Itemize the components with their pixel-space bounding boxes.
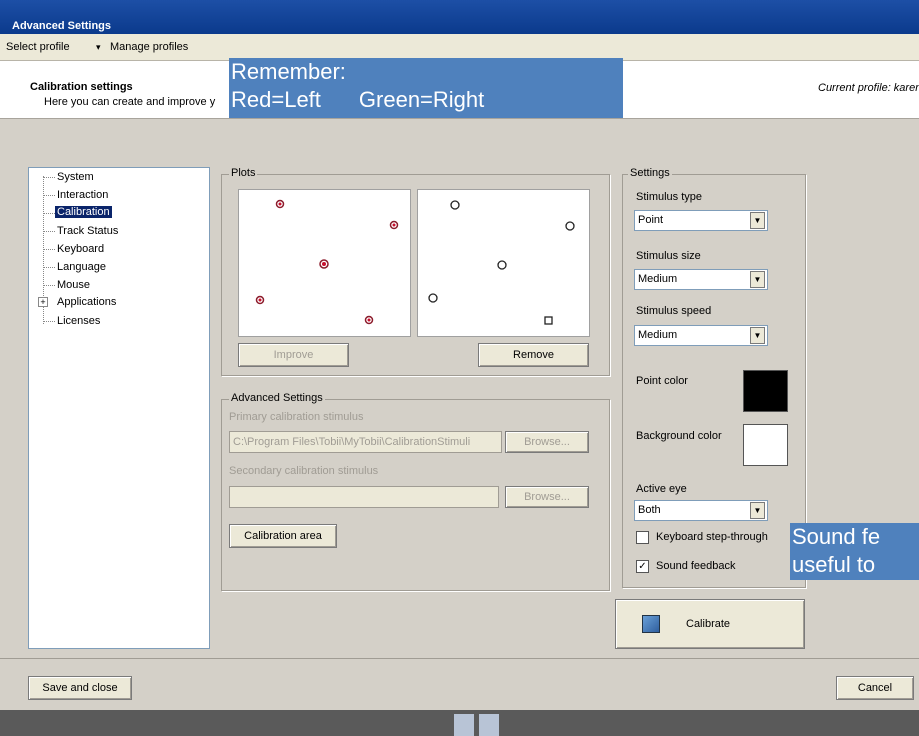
sound-feedback-checkbox[interactable]: ✓ (636, 560, 649, 573)
advanced-settings-label: Advanced Settings (229, 392, 325, 404)
background-color-swatch[interactable] (743, 424, 788, 466)
tree-item-calibration[interactable]: Calibration (55, 206, 112, 218)
secondary-stimulus-label: Secondary calibration stimulus (229, 465, 379, 477)
remember-line2: Red=Left Green=Right (231, 86, 623, 114)
window-title: Advanced Settings (12, 20, 112, 32)
left-plot-markers (255, 199, 399, 325)
primary-browse-button[interactable]: Browse... (505, 431, 589, 453)
keyboard-step-checkbox[interactable] (636, 531, 649, 544)
right-plot-markers (428, 200, 575, 325)
stimulus-type-label: Stimulus type (636, 191, 703, 203)
settings-group-label: Settings (628, 167, 672, 179)
calibrate-icon (642, 615, 660, 633)
footer-divider (0, 658, 919, 659)
tree-item-system[interactable]: System (57, 171, 94, 183)
calibrate-button[interactable]: Calibrate (615, 599, 805, 649)
tree-item-track-status[interactable]: Track Status (57, 225, 118, 237)
bottom-bar (0, 710, 919, 736)
tree-item-applications[interactable]: Applications (57, 296, 116, 308)
sound-callout-line2: useful to (792, 552, 876, 577)
tree-item-language[interactable]: Language (57, 261, 106, 273)
tree-item-interaction[interactable]: Interaction (57, 189, 108, 201)
sound-callout-line1: Sound fe (792, 524, 881, 549)
stimulus-size-select[interactable]: Medium ▼ (634, 269, 768, 290)
calibration-area-button[interactable]: Calibration area (229, 524, 337, 548)
stimulus-size-label: Stimulus size (636, 250, 701, 262)
tree-item-licenses[interactable]: Licenses (57, 315, 100, 327)
current-profile-label: Current profile: karen (818, 82, 919, 94)
green-right-text: Green=Right (358, 87, 485, 112)
background-color-label: Background color (636, 430, 722, 442)
stimulus-speed-label: Stimulus speed (636, 305, 712, 317)
cancel-button[interactable]: Cancel (836, 676, 914, 700)
chevron-down-icon: ▼ (750, 212, 765, 229)
active-eye-select[interactable]: Both ▼ (634, 500, 768, 521)
page-title: Calibration settings (30, 81, 133, 93)
menu-dropdown-icon: ▾ (96, 42, 101, 52)
page-subtitle: Here you can create and improve y (44, 96, 216, 108)
sound-callout: Sound fe useful to (790, 523, 919, 580)
save-and-close-button[interactable]: Save and close (28, 676, 132, 700)
remember-line1: Remember: (231, 59, 346, 84)
secondary-browse-button[interactable]: Browse... (505, 486, 589, 508)
right-eye-plot (417, 189, 590, 337)
menu-select-profile[interactable]: Select profile (6, 41, 70, 53)
remember-callout: Remember: Red=Left Green=Right (229, 58, 623, 118)
stimulus-speed-value: Medium (638, 329, 678, 341)
calibrate-label: Calibrate (686, 618, 731, 630)
tree-item-mouse[interactable]: Mouse (57, 279, 90, 291)
red-left-text: Red=Left (231, 87, 321, 112)
remove-button[interactable]: Remove (478, 343, 589, 367)
plots-group-label: Plots (229, 167, 258, 179)
stimulus-type-select[interactable]: Point ▼ (634, 210, 768, 231)
menu-bar: Select profile ▾ Manage profiles (0, 34, 919, 61)
stimulus-speed-select[interactable]: Medium ▼ (634, 325, 768, 346)
improve-button[interactable]: Improve (238, 343, 349, 367)
active-eye-label: Active eye (636, 483, 687, 495)
stimulus-size-value: Medium (638, 273, 678, 285)
settings-tree: System Interaction Calibration Track Sta… (28, 167, 210, 649)
sound-feedback-label: Sound feedback (656, 560, 736, 572)
secondary-stimulus-field[interactable] (229, 486, 499, 508)
primary-stimulus-label: Primary calibration stimulus (229, 411, 364, 423)
chevron-down-icon: ▼ (750, 502, 765, 519)
left-eye-plot (238, 189, 411, 337)
title-bar (0, 0, 919, 34)
nav-prev-icon[interactable] (454, 714, 474, 736)
active-eye-value: Both (638, 504, 661, 516)
point-color-label: Point color (636, 375, 688, 387)
chevron-down-icon: ▼ (750, 327, 765, 344)
tree-item-keyboard[interactable]: Keyboard (57, 243, 104, 255)
stimulus-type-value: Point (638, 214, 664, 226)
expand-icon[interactable]: + (38, 297, 48, 307)
menu-manage-profiles[interactable]: Manage profiles (110, 41, 188, 53)
nav-next-icon[interactable] (479, 714, 499, 736)
chevron-down-icon: ▼ (750, 271, 765, 288)
point-color-swatch[interactable] (743, 370, 788, 412)
primary-stimulus-field[interactable]: C:\Program Files\Tobii\MyTobii\Calibrati… (229, 431, 502, 453)
keyboard-step-label: Keyboard step-through (656, 531, 768, 543)
